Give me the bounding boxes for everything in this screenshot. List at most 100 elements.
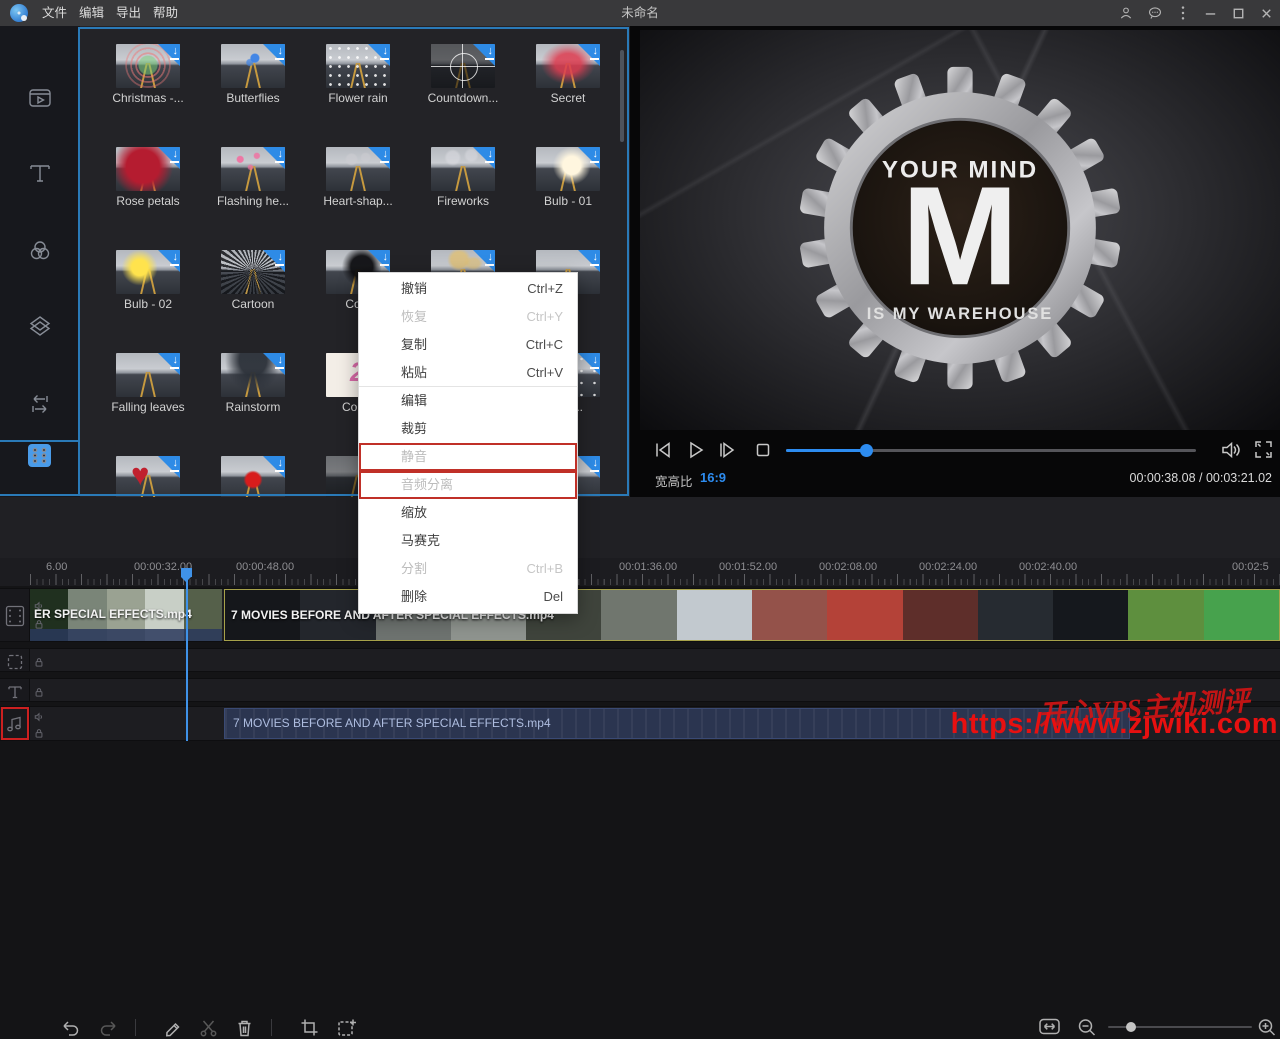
media-item[interactable]: ↓ [116, 456, 180, 497]
track-mute-icon[interactable] [34, 712, 44, 722]
redo-button[interactable] [98, 1017, 119, 1038]
download-icon[interactable]: ↓ [473, 44, 495, 66]
pip-track[interactable] [0, 648, 1280, 672]
elements-icon-active[interactable] [26, 442, 52, 468]
media-item[interactable]: ↓ [221, 456, 285, 497]
zoom-out-button[interactable] [1076, 1017, 1097, 1038]
media-library-icon[interactable] [27, 85, 53, 111]
transitions-icon[interactable] [27, 391, 53, 417]
media-item[interactable]: ↓Bulb - 01 [536, 147, 600, 191]
download-icon[interactable]: ↓ [263, 250, 285, 272]
cut-button[interactable] [198, 1017, 219, 1038]
download-icon[interactable]: ↓ [578, 147, 600, 169]
delete-button[interactable] [234, 1017, 255, 1038]
download-icon[interactable]: ↓ [263, 456, 285, 478]
download-icon[interactable]: ↓ [368, 250, 390, 272]
download-icon[interactable]: ↓ [158, 250, 180, 272]
thumbnail: ↓ [116, 456, 180, 497]
timeline-zoom-slider[interactable] [1108, 1026, 1252, 1028]
play-button[interactable] [684, 439, 706, 461]
ctx-copy[interactable]: Ctrl+C复制 [359, 331, 577, 359]
media-item[interactable]: ↓Christmas -... [116, 44, 180, 88]
undo-button[interactable] [60, 1017, 81, 1038]
text-tool-icon[interactable] [27, 160, 53, 186]
download-icon[interactable]: ↓ [263, 147, 285, 169]
fullscreen-icon[interactable] [1252, 438, 1275, 461]
media-item[interactable]: ↓Fireworks [431, 147, 495, 191]
download-icon[interactable]: ↓ [158, 353, 180, 375]
download-icon[interactable]: ↓ [158, 44, 180, 66]
track-lock-icon[interactable] [34, 657, 44, 667]
video-track-header[interactable] [0, 589, 30, 641]
download-icon[interactable]: ↓ [578, 353, 600, 375]
download-icon[interactable]: ↓ [158, 456, 180, 478]
ruler-label: 00:02:24.00 [919, 561, 977, 573]
media-item[interactable]: ↓Countdown... [431, 44, 495, 88]
ctx-crop[interactable]: 裁剪 [359, 415, 577, 443]
timeline-ruler[interactable]: 6.00 00:00:32.00 00:00:48.00 00:01:36.00… [0, 558, 1280, 586]
ctx-delete[interactable]: Del删除 [359, 583, 577, 611]
zoom-in-button[interactable] [1256, 1017, 1277, 1038]
media-item[interactable]: ↓Falling leaves [116, 353, 180, 397]
media-item[interactable]: ↓Bulb - 02 [116, 250, 180, 294]
ctx-undo[interactable]: Ctrl+Z撤销 [359, 275, 577, 303]
ctx-mosaic[interactable]: 马赛克 [359, 527, 577, 555]
track-lock-icon[interactable] [34, 728, 44, 738]
crop-button[interactable] [299, 1017, 320, 1038]
user-icon[interactable] [1118, 5, 1134, 21]
download-icon[interactable]: ↓ [473, 147, 495, 169]
thumbnail: ↓ [536, 44, 600, 88]
step-back-button[interactable] [652, 439, 674, 461]
gear-text-bottom: IS MY WAREHOUSE [867, 305, 1054, 323]
menu-help[interactable]: 帮助 [147, 0, 184, 26]
menu-edit[interactable]: 编辑 [73, 0, 110, 26]
ctx-paste[interactable]: Ctrl+V粘贴 [359, 359, 577, 387]
menu-export[interactable]: 导出 [110, 0, 147, 26]
pip-track-header[interactable] [0, 649, 30, 671]
close-button[interactable] [1259, 6, 1274, 21]
video-clip-1[interactable]: ER SPECIAL EFFECTS.mp4 [30, 589, 222, 641]
media-item[interactable]: ↓Cartoon [221, 250, 285, 294]
menu-file[interactable]: 文件 [36, 0, 73, 26]
media-item[interactable]: ↓Flower rain [326, 44, 390, 88]
download-icon[interactable]: ↓ [368, 44, 390, 66]
media-item[interactable]: ↓Flashing he... [221, 147, 285, 191]
minimize-button[interactable] [1203, 6, 1218, 21]
video-track[interactable]: ER SPECIAL EFFECTS.mp4 7 MOVIES BEFORE A… [0, 588, 1280, 642]
media-item[interactable]: ↓Secret [536, 44, 600, 88]
ctx-zoom[interactable]: 缩放 [359, 499, 577, 527]
volume-icon[interactable] [1220, 438, 1244, 462]
timeline-zoom-knob[interactable] [1126, 1022, 1136, 1032]
seek-bar[interactable] [786, 449, 1196, 452]
media-item-label: Flower rain [306, 91, 410, 105]
seek-knob[interactable] [860, 444, 873, 457]
filters-icon[interactable] [27, 238, 53, 264]
download-icon[interactable]: ↓ [578, 250, 600, 272]
feedback-icon[interactable] [1147, 5, 1163, 21]
media-item[interactable]: ↓Rainstorm [221, 353, 285, 397]
maximize-button[interactable] [1231, 6, 1246, 21]
fit-timeline-button[interactable] [1038, 1017, 1061, 1036]
window-title: 未命名 [0, 0, 1280, 26]
download-icon[interactable]: ↓ [578, 456, 600, 478]
track-lock-icon[interactable] [34, 687, 44, 697]
edit-button[interactable] [162, 1017, 183, 1038]
media-item[interactable]: ↓Butterflies [221, 44, 285, 88]
ctx-edit[interactable]: 编辑 [359, 387, 577, 415]
more-icon[interactable] [1176, 5, 1190, 21]
download-icon[interactable]: ↓ [263, 44, 285, 66]
media-item[interactable]: ↓Heart-shap... [326, 147, 390, 191]
media-scrollbar[interactable] [620, 50, 624, 142]
stop-button[interactable] [752, 439, 774, 461]
step-forward-button[interactable] [716, 439, 738, 461]
aspect-ratio-value[interactable]: 16:9 [700, 470, 726, 485]
freeze-frame-button[interactable] [336, 1017, 358, 1039]
download-icon[interactable]: ↓ [263, 353, 285, 375]
download-icon[interactable]: ↓ [578, 44, 600, 66]
download-icon[interactable]: ↓ [368, 147, 390, 169]
overlays-icon[interactable] [27, 313, 53, 339]
download-icon[interactable]: ↓ [158, 147, 180, 169]
media-item[interactable]: ↓Rose petals [116, 147, 180, 191]
download-icon[interactable]: ↓ [473, 250, 495, 272]
text-track-header[interactable] [0, 679, 30, 701]
